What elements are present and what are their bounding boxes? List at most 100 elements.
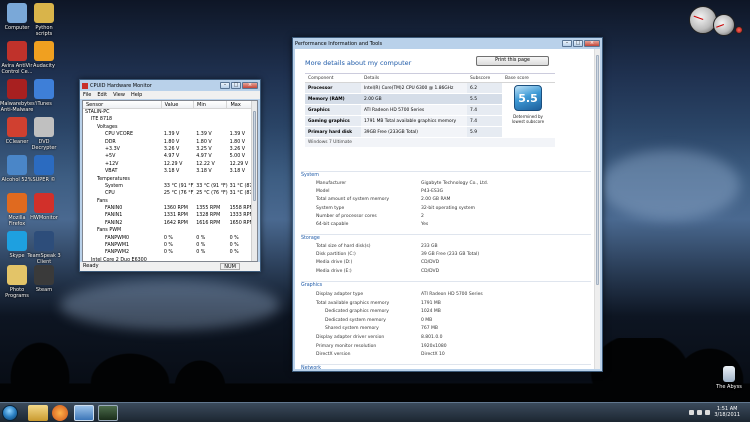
- sensor-min-cell: 33 °C (91 °F): [196, 183, 228, 189]
- rating-details-cell: ATI Radeon HD 5700 Series: [361, 105, 467, 115]
- page-heading: More details about my computer: [305, 59, 412, 67]
- minimize-button[interactable]: –: [562, 40, 572, 47]
- sensor-row[interactable]: FANIN0 1360 RPM 1355 RPM 1558 RPM: [83, 205, 257, 212]
- sensor-tree[interactable]: Sensor Value Min Max STALIN-PC ITE 8718 Vo…: [82, 100, 258, 262]
- app-icon: [7, 3, 27, 23]
- sensor-row[interactable]: System 33 °C (91 °F) 33 °C (91 °F) 31 °C (8…: [83, 183, 257, 190]
- base-score-caption: Determined by lowest subscore: [511, 114, 545, 124]
- app-icon: [34, 117, 54, 137]
- minimize-button[interactable]: –: [220, 82, 230, 89]
- hwmonitor-taskbar-icon[interactable]: [98, 405, 118, 421]
- sensor-min-cell: 1355 RPM: [196, 206, 221, 212]
- sensor-row[interactable]: Voltages: [83, 124, 257, 131]
- desktop-icon-label: HWMonitor: [30, 215, 58, 221]
- desktop-icon[interactable]: Python scripts: [27, 3, 61, 37]
- rating-component-cell: Memory (RAM): [305, 94, 361, 104]
- sensor-min-cell: 3.18 V: [196, 169, 212, 175]
- sensor-row[interactable]: FANPWM0 0 % 0 % 0 %: [83, 235, 257, 242]
- sensor-min-cell: 0 %: [196, 250, 206, 256]
- detail-value: 1791 MB: [421, 300, 441, 306]
- sensor-row[interactable]: STALIN-PC: [83, 109, 257, 116]
- sensor-name-cell: FANIN1: [105, 213, 123, 219]
- performance-window[interactable]: Performance Information and Tools – □ × …: [292, 37, 603, 372]
- start-button[interactable]: [2, 405, 18, 421]
- vertical-scrollbar[interactable]: [251, 101, 257, 261]
- scroll-thumb[interactable]: [253, 111, 256, 201]
- desktop-icon[interactable]: HWMonitor: [27, 193, 61, 221]
- detail-value: 32-bit operating system: [421, 205, 476, 211]
- sensor-row[interactable]: VBAT 3.18 V 3.18 V 3.18 V: [83, 168, 257, 175]
- desktop-icon[interactable]: DVD Decrypter: [27, 117, 61, 151]
- sensor-name-cell: Fans PWM: [97, 228, 122, 234]
- performance-titlebar[interactable]: Performance Information and Tools – □ ×: [293, 38, 602, 49]
- performance-taskbar-icon[interactable]: [74, 405, 94, 421]
- sensor-min-cell: [194, 176, 227, 183]
- explorer-taskbar-icon[interactable]: [28, 405, 48, 421]
- desktop-icon[interactable]: SUPER ©: [27, 155, 61, 183]
- print-button[interactable]: Print this page: [476, 56, 549, 66]
- sensor-name-cell: FANIN0: [105, 206, 123, 212]
- desktop-icon[interactable]: iTunes: [27, 79, 61, 107]
- sensor-min-cell: 4.97 V: [196, 154, 212, 160]
- detail-label: Model: [316, 189, 330, 195]
- sensor-row[interactable]: FANIN2 1642 RPM 1616 RPM 1650 RPM: [83, 220, 257, 227]
- app-icon: [34, 41, 54, 61]
- detail-value: 767 MB: [421, 326, 438, 332]
- rating-subscore-cell: 5.5: [467, 94, 502, 104]
- scroll-thumb[interactable]: [596, 55, 599, 285]
- clock-date: 3/18/2011: [714, 412, 740, 418]
- menu-edit[interactable]: Edit: [97, 91, 107, 99]
- sensor-row[interactable]: FANPWM1 0 % 0 % 0 %: [83, 242, 257, 249]
- detail-label: Shared system memory: [325, 326, 379, 332]
- menu-file[interactable]: File: [83, 91, 91, 99]
- sensor-row[interactable]: +5V 4.97 V 4.97 V 5.00 V: [83, 153, 257, 160]
- sensor-row[interactable]: ITE 8718: [83, 116, 257, 123]
- menu-help[interactable]: Help: [131, 91, 142, 99]
- vertical-scrollbar[interactable]: [594, 49, 600, 369]
- volume-icon[interactable]: [705, 410, 710, 415]
- tray-icon[interactable]: [689, 410, 694, 415]
- column-header-sensor[interactable]: Sensor: [83, 101, 162, 108]
- desktop-icon[interactable]: Audacity: [27, 41, 61, 69]
- close-button[interactable]: ×: [584, 40, 600, 47]
- tray-icon[interactable]: [697, 410, 702, 415]
- hwmonitor-window[interactable]: CPUID Hardware Monitor – □ × File Edit V…: [79, 79, 261, 272]
- header-subscore: Subscore: [470, 76, 491, 81]
- sensor-row[interactable]: CPU25 °C (76 °F)25 °C (76 °F)31 °C (87 °…: [83, 190, 257, 197]
- sensor-row[interactable]: FANPWM2 0 % 0 % 0 %: [83, 249, 257, 256]
- maximize-button[interactable]: □: [573, 40, 583, 47]
- status-bar: Ready NUM: [80, 262, 260, 271]
- desktop-icon[interactable]: TeamSpeak 3 Client: [27, 231, 61, 265]
- menu-view[interactable]: View: [113, 91, 125, 99]
- sensor-min-cell: 0 %: [196, 235, 206, 241]
- close-button[interactable]: ×: [242, 82, 258, 89]
- sensor-row[interactable]: Temperatures: [83, 176, 257, 183]
- recycle-bin[interactable]: The Abyss: [712, 366, 746, 390]
- ram-meter-gadget[interactable]: [713, 14, 735, 36]
- maximize-button[interactable]: □: [231, 82, 241, 89]
- sensor-rows: STALIN-PC ITE 8718 Voltages CPU VCORE 1.39 V…: [83, 109, 257, 261]
- column-header-value[interactable]: Value: [162, 101, 195, 108]
- base-score: 5.5 Determined by lowest subscore: [508, 85, 548, 141]
- gadget-close-icon[interactable]: [735, 26, 743, 34]
- sensor-min-cell: [194, 124, 227, 131]
- hwmonitor-titlebar[interactable]: CPUID Hardware Monitor – □ ×: [80, 80, 260, 91]
- sensor-value-cell: [162, 124, 194, 131]
- sensor-row[interactable]: DDR 1.80 V 1.80 V 1.80 V: [83, 139, 257, 146]
- sensor-row[interactable]: +3.3V 3.26 V 3.25 V 3.26 V: [83, 146, 257, 153]
- sensor-name-cell: DDR: [105, 139, 116, 145]
- sensor-name-cell: CPU: [105, 191, 115, 197]
- sensor-row[interactable]: +12V 12.29 V 12.22 V 12.29 V: [83, 161, 257, 168]
- sensor-value-cell: [162, 198, 194, 205]
- detail-value: Yes: [421, 222, 429, 227]
- sensor-row[interactable]: FANIN1 1331 RPM 1328 RPM 1333 RPM: [83, 212, 257, 219]
- sensor-row[interactable]: CPU VCORE 1.39 V 1.39 V 1.39 V: [83, 131, 257, 138]
- sensor-value-cell: 25 °C (76 °F): [163, 191, 195, 197]
- firefox-taskbar-icon[interactable]: [52, 405, 68, 421]
- column-header-min[interactable]: Min: [194, 101, 228, 108]
- sensor-row[interactable]: Fans: [83, 198, 257, 205]
- desktop-icon[interactable]: Steam: [27, 265, 61, 293]
- clock[interactable]: 1:51 AM 3/18/2011: [714, 406, 740, 418]
- sensor-min-cell: 3.25 V: [196, 146, 212, 152]
- sensor-row[interactable]: Fans PWM: [83, 227, 257, 234]
